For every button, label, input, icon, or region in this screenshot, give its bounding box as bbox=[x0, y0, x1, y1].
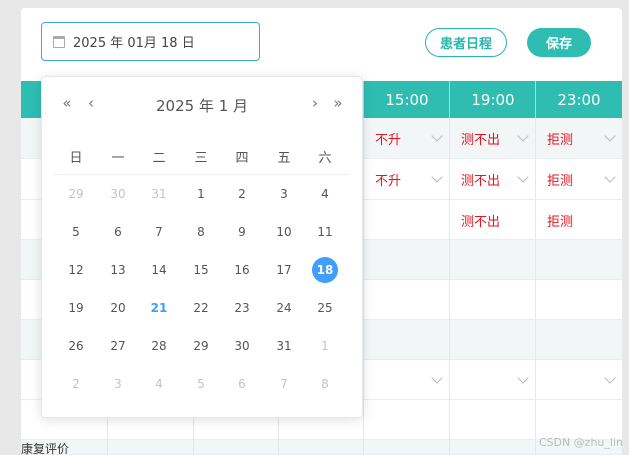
chevron-down-icon bbox=[604, 130, 616, 142]
calendar-day[interactable]: 22 bbox=[188, 295, 214, 321]
calendar-day[interactable]: 1 bbox=[188, 181, 214, 207]
calendar-day[interactable]: 29 bbox=[63, 181, 89, 207]
calendar-day[interactable]: 8 bbox=[188, 219, 214, 245]
calendar-day[interactable]: 5 bbox=[188, 371, 214, 397]
calendar-day[interactable]: 2 bbox=[63, 371, 89, 397]
weekday-label: 五 bbox=[277, 151, 291, 166]
cell-value: 测不出 bbox=[461, 214, 501, 230]
cell-value: 拒测 bbox=[547, 214, 574, 230]
calendar-icon bbox=[53, 35, 65, 48]
calendar-day[interactable]: 20 bbox=[105, 295, 131, 321]
watermark: CSDN @zhu_lin bbox=[538, 436, 623, 449]
calendar-day[interactable]: 6 bbox=[105, 219, 131, 245]
header-col-1500: 15:00 bbox=[363, 81, 450, 118]
cell-value: 不升 bbox=[375, 132, 402, 148]
weekday-label: 六 bbox=[318, 151, 332, 166]
cell-value: 测不出 bbox=[461, 173, 501, 189]
calendar-day[interactable]: 13 bbox=[105, 257, 131, 283]
date-field[interactable] bbox=[73, 34, 253, 49]
cell-value: 不升 bbox=[375, 173, 402, 189]
calendar-day[interactable]: 30 bbox=[229, 333, 255, 359]
chevron-down-icon bbox=[431, 372, 443, 384]
calendar-day[interactable]: 29 bbox=[188, 333, 214, 359]
calendar-day[interactable]: 23 bbox=[229, 295, 255, 321]
calendar-day[interactable]: 27 bbox=[105, 333, 131, 359]
calendar-day[interactable]: 17 bbox=[271, 257, 297, 283]
calendar-day[interactable]: 3 bbox=[105, 371, 131, 397]
row-label: 康复评价 bbox=[21, 442, 70, 455]
select-cell[interactable]: 测不出 bbox=[449, 160, 535, 198]
select-cell[interactable]: 不升 bbox=[363, 160, 449, 198]
calendar-day[interactable]: 28 bbox=[146, 333, 172, 359]
weekday-divider bbox=[54, 174, 350, 175]
calendar-day[interactable]: 11 bbox=[312, 219, 338, 245]
weekday-label: 三 bbox=[194, 151, 208, 166]
calendar-day[interactable]: 21 bbox=[146, 295, 172, 321]
table-cell: 拒测 bbox=[535, 201, 622, 239]
table-row bbox=[21, 440, 622, 455]
calendar-day[interactable]: 10 bbox=[271, 219, 297, 245]
weekday-label: 四 bbox=[235, 151, 249, 166]
picker-header: « ‹ 2025 年 1 月 › » bbox=[42, 77, 362, 131]
chevron-down-icon bbox=[431, 171, 443, 183]
cell-value: 拒测 bbox=[547, 173, 574, 189]
calendar-day[interactable]: 14 bbox=[146, 257, 172, 283]
calendar-day[interactable]: 31 bbox=[271, 333, 297, 359]
weekday-label: 一 bbox=[111, 151, 125, 166]
select-cell[interactable] bbox=[363, 361, 449, 399]
chevron-down-icon bbox=[517, 171, 529, 183]
calendar-day[interactable]: 1 bbox=[312, 333, 338, 359]
weekday-label: 日 bbox=[69, 151, 83, 166]
calendar-day[interactable]: 31 bbox=[146, 181, 172, 207]
select-cell[interactable]: 拒测 bbox=[535, 160, 622, 198]
calendar-day[interactable]: 24 bbox=[271, 295, 297, 321]
calendar-day[interactable]: 2 bbox=[229, 181, 255, 207]
chevron-down-icon bbox=[604, 171, 616, 183]
calendar-day[interactable]: 7 bbox=[146, 219, 172, 245]
weekday-label: 二 bbox=[152, 151, 166, 166]
patient-schedule-button[interactable]: 患者日程 bbox=[425, 28, 507, 57]
next-month-icon[interactable]: › bbox=[307, 95, 323, 111]
table-cell: 测不出 bbox=[449, 201, 535, 239]
calendar-day[interactable]: 16 bbox=[229, 257, 255, 283]
chevron-down-icon bbox=[517, 372, 529, 384]
calendar-day[interactable]: 30 bbox=[105, 181, 131, 207]
chevron-down-icon bbox=[517, 130, 529, 142]
calendar-day[interactable]: 25 bbox=[312, 295, 338, 321]
calendar-day[interactable]: 26 bbox=[63, 333, 89, 359]
cell-value: 测不出 bbox=[461, 132, 501, 148]
cell-value: 拒测 bbox=[547, 132, 574, 148]
save-button[interactable]: 保存 bbox=[527, 28, 591, 57]
select-cell[interactable]: 拒测 bbox=[535, 119, 622, 157]
calendar-day[interactable]: 4 bbox=[146, 371, 172, 397]
next-year-icon[interactable]: » bbox=[330, 95, 346, 111]
calendar-day[interactable]: 19 bbox=[63, 295, 89, 321]
calendar-day[interactable]: 4 bbox=[312, 181, 338, 207]
date-picker-popup: « ‹ 2025 年 1 月 › » 日一二三四五六 29 30 31 1 2 3 4 5 6 7… bbox=[41, 76, 363, 418]
calendar-day[interactable]: 6 bbox=[229, 371, 255, 397]
header-col-2300: 23:00 bbox=[535, 81, 622, 118]
header-col-1900: 19:00 bbox=[449, 81, 536, 118]
select-cell[interactable]: 测不出 bbox=[449, 119, 535, 157]
chevron-down-icon bbox=[431, 130, 443, 142]
calendar-day[interactable]: 9 bbox=[229, 219, 255, 245]
select-cell[interactable] bbox=[449, 361, 535, 399]
calendar-day[interactable]: 7 bbox=[271, 371, 297, 397]
select-cell[interactable] bbox=[535, 361, 622, 399]
select-cell[interactable]: 不升 bbox=[363, 119, 449, 157]
calendar-day[interactable]: 12 bbox=[63, 257, 89, 283]
calendar-day[interactable]: 15 bbox=[188, 257, 214, 283]
chevron-down-icon bbox=[604, 372, 616, 384]
calendar-day[interactable]: 3 bbox=[271, 181, 297, 207]
calendar-day[interactable]: 18 bbox=[312, 257, 338, 283]
calendar-day[interactable]: 5 bbox=[63, 219, 89, 245]
date-picker-input[interactable] bbox=[41, 22, 260, 61]
calendar-day[interactable]: 8 bbox=[312, 371, 338, 397]
